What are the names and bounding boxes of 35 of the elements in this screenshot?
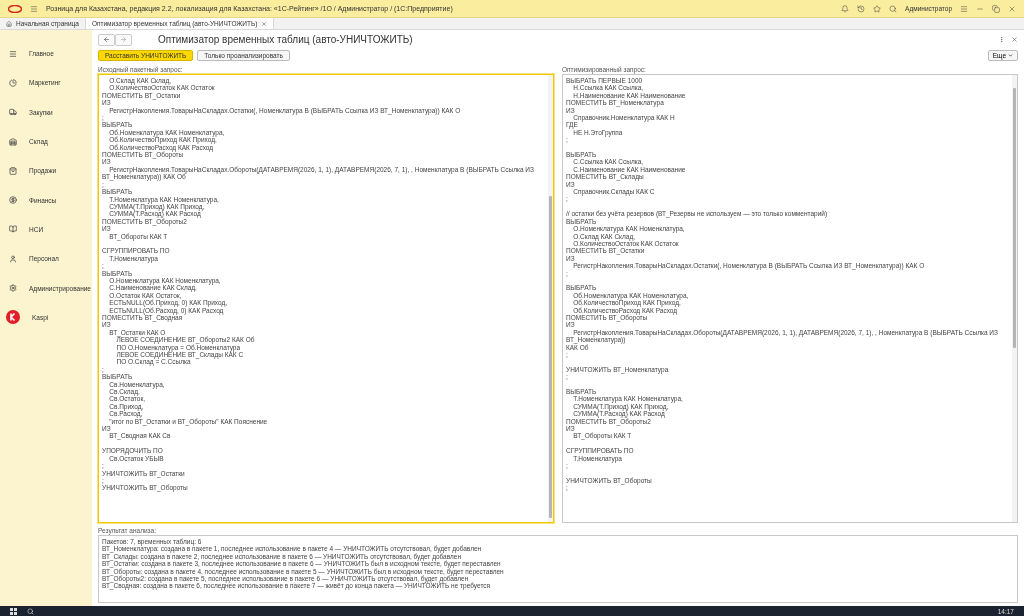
truck-icon [9,108,17,117]
windows-icon[interactable] [10,607,17,615]
forward-button[interactable] [115,33,132,46]
close-icon[interactable] [1011,36,1018,43]
result-box[interactable] [98,535,1018,603]
logo-icon [8,4,22,13]
scrollbar[interactable] [548,75,553,522]
bag-icon [9,166,17,175]
query-editor[interactable] [562,74,1018,523]
caret-icon [1008,53,1013,58]
back-button[interactable] [98,33,115,46]
bell-icon[interactable] [841,4,850,13]
settings-icon [9,284,17,292]
warehouse-icon [9,137,17,146]
person-icon [9,254,17,263]
forward-arrow-icon [120,36,127,43]
form-title: Оптимизатор временных таблиц (авто-УНИЧТОЖИТЬ) [158,34,414,45]
close-icon[interactable] [1008,4,1016,13]
pie-chart-icon [9,78,17,87]
star-icon[interactable] [873,4,882,13]
menu-icon[interactable] [960,4,968,13]
query-editor[interactable] [98,74,554,523]
search-icon[interactable] [27,607,34,615]
logo-icon [6,310,20,325]
history-icon[interactable] [857,4,866,13]
coin-icon [9,196,17,205]
search-icon[interactable] [889,4,898,13]
menu-icon [9,49,17,58]
home-icon [6,20,12,27]
scrollbar[interactable] [1012,75,1017,522]
back-arrow-icon [103,36,110,43]
book-icon [9,225,17,234]
close-icon[interactable] [261,20,268,27]
restore-icon[interactable] [992,4,1000,13]
menu-icon[interactable] [30,4,38,13]
